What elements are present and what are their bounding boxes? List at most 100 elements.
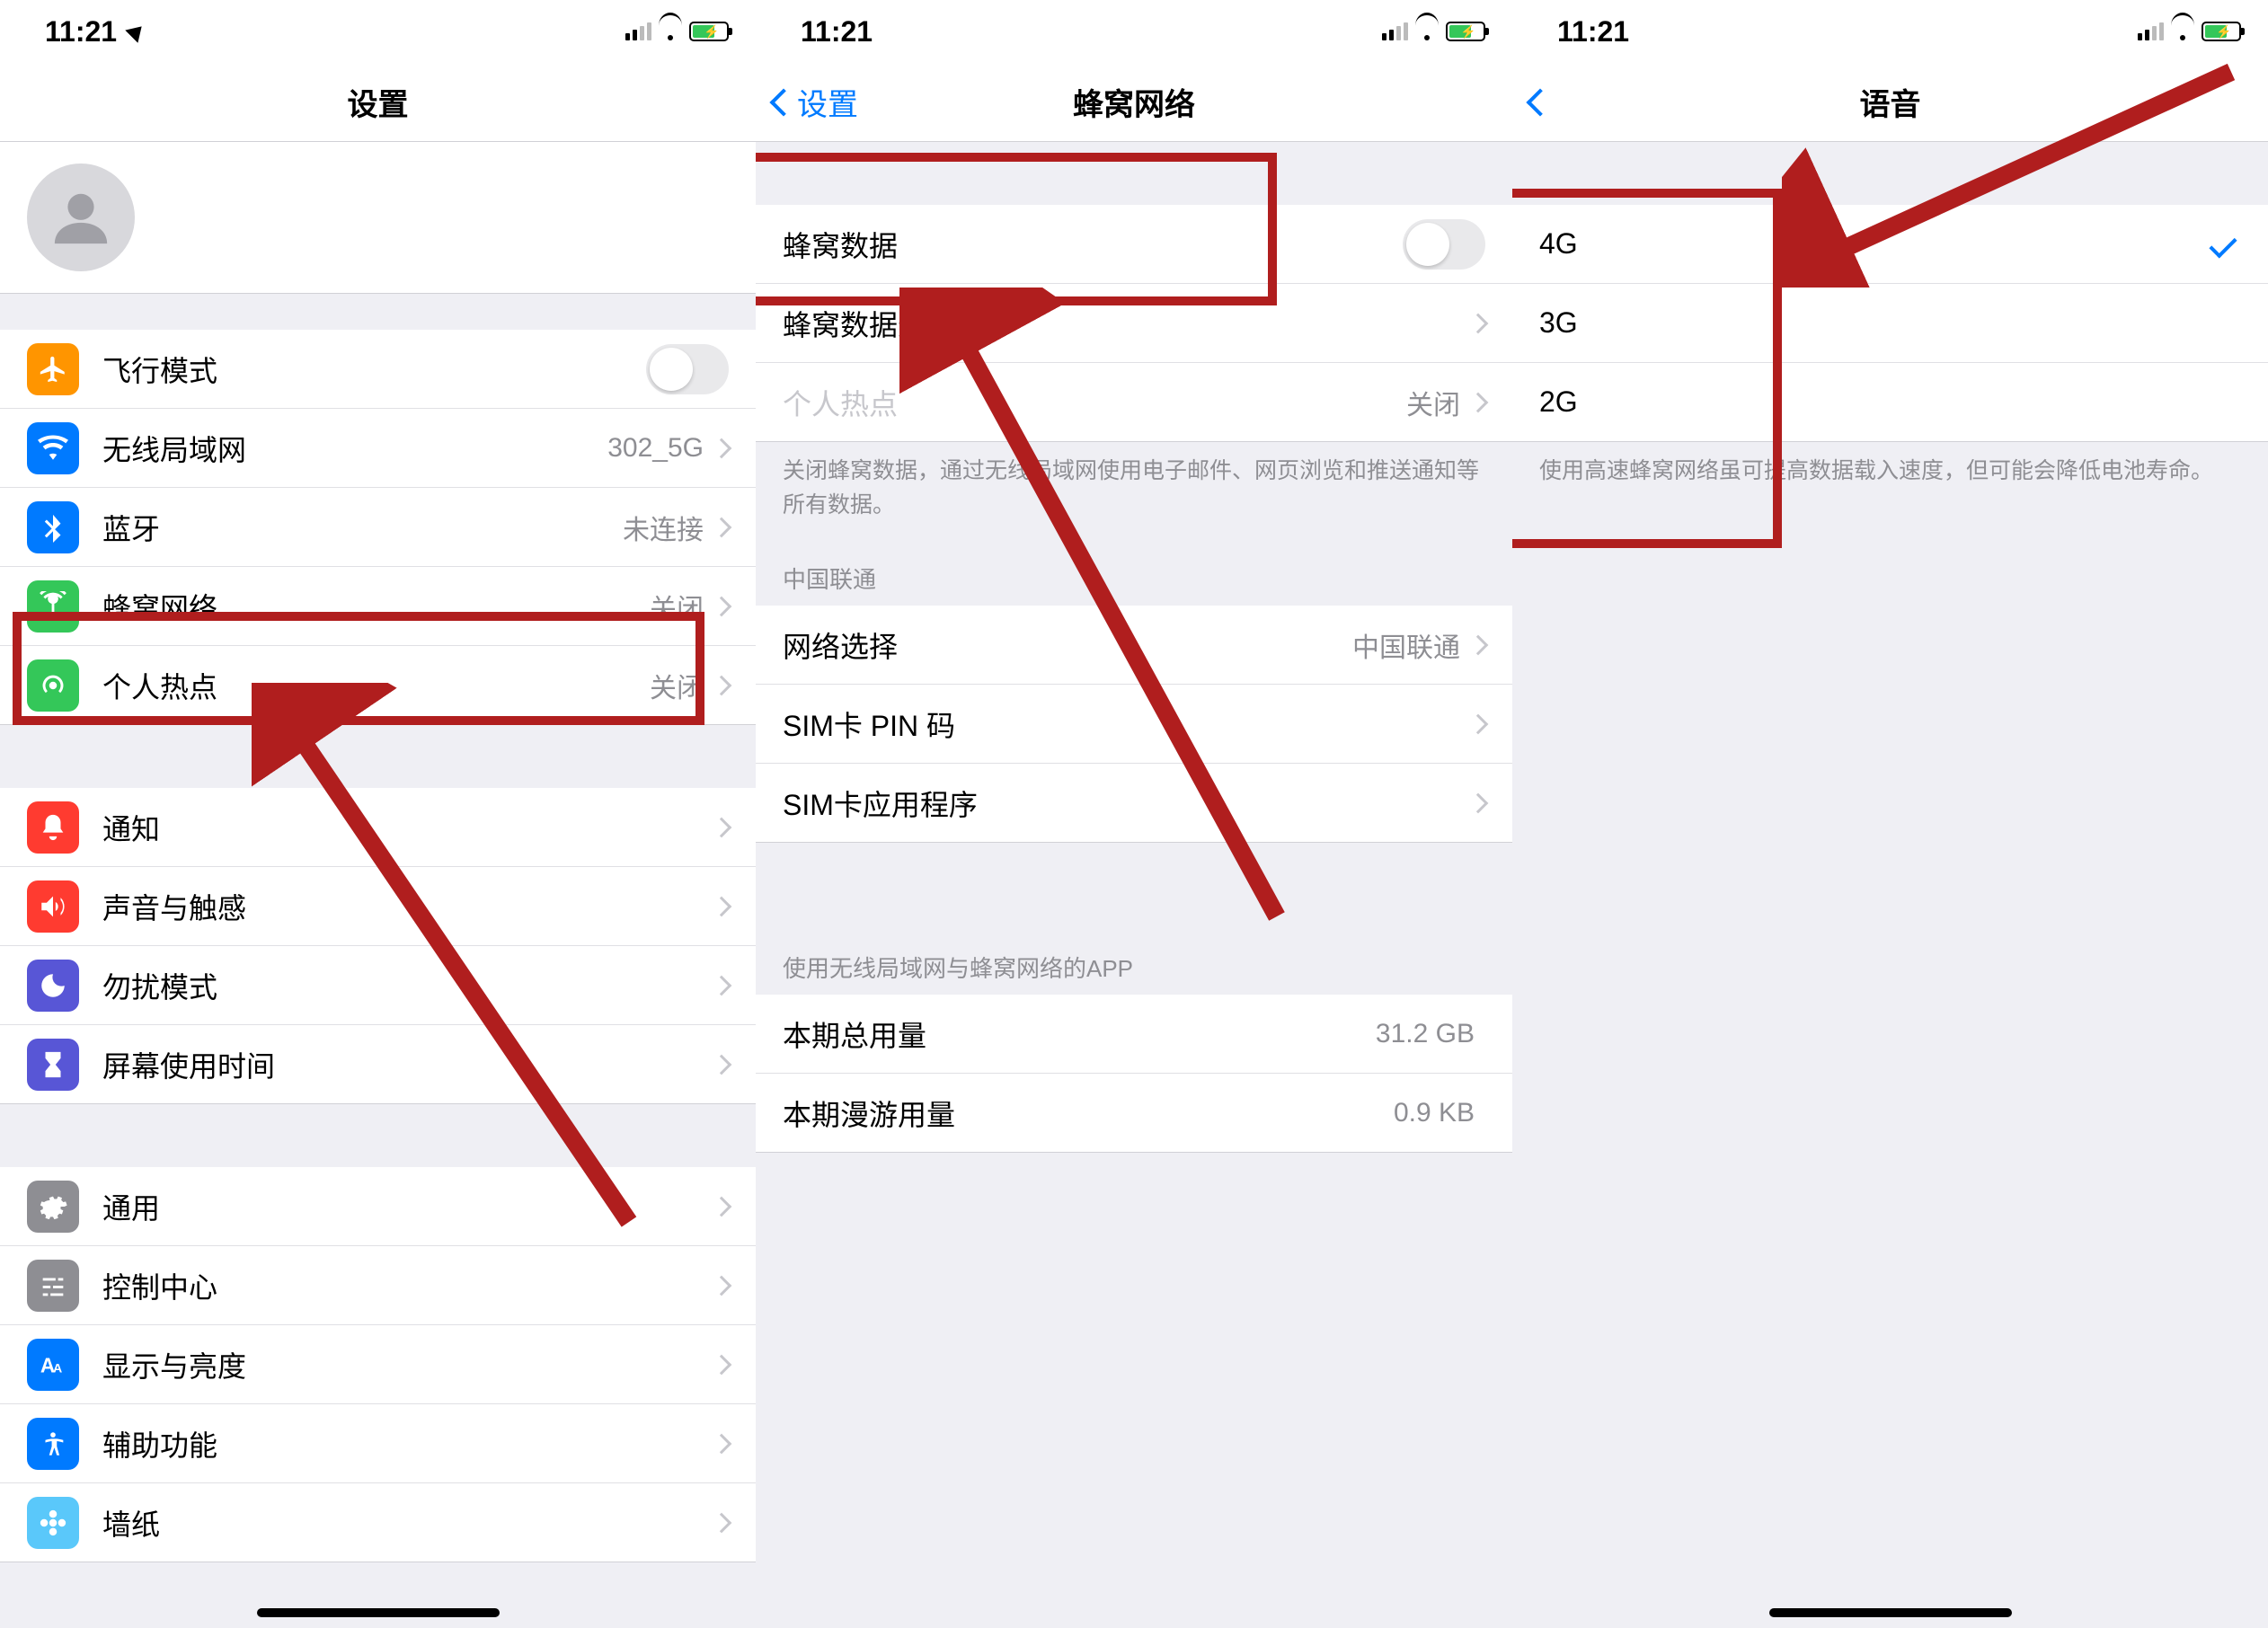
settings-row-access[interactable]: 辅助功能 bbox=[0, 1404, 756, 1483]
settings-row-flower[interactable]: 墙纸 bbox=[0, 1483, 756, 1562]
nav-bar: 设置 蜂窝网络 bbox=[756, 63, 1512, 142]
toggle[interactable] bbox=[1403, 219, 1485, 270]
chevron-right-icon bbox=[1468, 634, 1489, 655]
row-label: 蜂窝数据 bbox=[783, 224, 1403, 265]
apps-header: 使用无线局域网与蜂窝网络的APP bbox=[756, 843, 1512, 995]
settings-row-aa[interactable]: AA显示与亮度 bbox=[0, 1325, 756, 1404]
row-label: 蜂窝数据选项 bbox=[783, 303, 1471, 344]
row-label: 2G bbox=[1539, 385, 2241, 419]
settings-row-gear[interactable]: 通用 bbox=[0, 1167, 756, 1246]
antenna-icon bbox=[27, 580, 79, 633]
row-label: 墙纸 bbox=[102, 1502, 714, 1544]
chevron-right-icon bbox=[712, 1275, 732, 1296]
settings-row-antenna[interactable]: 蜂窝网络关闭 bbox=[0, 567, 756, 646]
profile-row[interactable] bbox=[0, 142, 756, 294]
row-label: 蜂窝网络 bbox=[102, 586, 650, 627]
chevron-left-icon bbox=[1526, 88, 1554, 116]
settings-row-wifi[interactable]: 无线局域网302_5G bbox=[0, 409, 756, 488]
row-label: SIM卡 PIN 码 bbox=[783, 703, 1471, 745]
hotspot-icon bbox=[27, 659, 79, 712]
chevron-right-icon bbox=[1468, 313, 1489, 333]
row-label: 通用 bbox=[102, 1186, 714, 1227]
row-label: 屏幕使用时间 bbox=[102, 1044, 714, 1085]
wifi-icon bbox=[2171, 22, 2194, 40]
row-detail: 中国联通 bbox=[1352, 625, 1460, 665]
row[interactable]: 蜂窝数据选项 bbox=[756, 284, 1512, 363]
settings-row-hotspot[interactable]: 个人热点关闭 bbox=[0, 646, 756, 725]
chevron-right-icon bbox=[1468, 713, 1489, 734]
nav-bar: 设置 bbox=[0, 63, 756, 142]
battery-icon: ⚡ bbox=[2202, 22, 2241, 41]
avatar-icon bbox=[27, 164, 135, 271]
chevron-right-icon bbox=[712, 1054, 732, 1075]
voice-option[interactable]: 3G bbox=[1512, 284, 2268, 363]
flower-icon bbox=[27, 1497, 79, 1549]
cellular-off-note: 关闭蜂窝数据，通过无线局域网使用电子邮件、网页浏览和推送通知等所有数据。 bbox=[756, 442, 1512, 535]
signal-icon bbox=[625, 22, 651, 40]
bell-icon bbox=[27, 801, 79, 854]
row-detail: 未连接 bbox=[623, 508, 704, 547]
row-label: 勿扰模式 bbox=[102, 965, 714, 1006]
status-bar: 11:21 ⚡ bbox=[0, 0, 756, 63]
settings-row-bluetooth[interactable]: 蓝牙未连接 bbox=[0, 488, 756, 567]
hourglass-icon bbox=[27, 1039, 79, 1091]
back-button[interactable] bbox=[1530, 63, 1550, 141]
row-label: 无线局域网 bbox=[102, 428, 607, 469]
nav-title: 蜂窝网络 bbox=[1073, 80, 1195, 124]
voice-option[interactable]: 4G bbox=[1512, 205, 2268, 284]
speaker-icon bbox=[27, 880, 79, 933]
settings-row-airplane[interactable]: 飞行模式 bbox=[0, 330, 756, 409]
row-label: SIM卡应用程序 bbox=[783, 783, 1471, 824]
chevron-right-icon bbox=[1468, 392, 1489, 412]
signal-icon bbox=[1382, 22, 1408, 40]
nav-bar: 语音 bbox=[1512, 63, 2268, 142]
row-label: 个人热点 bbox=[102, 665, 650, 706]
chevron-left-icon bbox=[769, 88, 797, 116]
svg-text:A: A bbox=[53, 1361, 62, 1376]
settings-root-pane: 11:21 ⚡ 设置 飞行模式无线局域网302_5G蓝牙未连接蜂窝网络关闭个人热… bbox=[0, 0, 756, 1628]
row[interactable]: 网络选择中国联通 bbox=[756, 606, 1512, 685]
row-label: 飞行模式 bbox=[102, 349, 646, 390]
chevron-right-icon bbox=[712, 1512, 732, 1533]
battery-icon: ⚡ bbox=[1446, 22, 1485, 41]
row-label: 显示与亮度 bbox=[102, 1344, 714, 1385]
settings-row-speaker[interactable]: 声音与触感 bbox=[0, 867, 756, 946]
nav-title: 语音 bbox=[1860, 80, 1921, 124]
wifi-icon bbox=[659, 22, 682, 40]
chevron-right-icon bbox=[712, 975, 732, 995]
voice-option[interactable]: 2G bbox=[1512, 363, 2268, 442]
voice-note: 使用高速蜂窝网络虽可提高数据载入速度，但可能会降低电池寿命。 bbox=[1512, 442, 2268, 501]
carrier-header: 中国联通 bbox=[756, 535, 1512, 606]
status-time: 11:21 bbox=[1557, 15, 1629, 49]
back-button[interactable]: 设置 bbox=[774, 63, 858, 141]
row: 本期漫游用量0.9 KB bbox=[756, 1074, 1512, 1153]
row-detail: 关闭 bbox=[650, 587, 704, 626]
settings-row-moon[interactable]: 勿扰模式 bbox=[0, 946, 756, 1025]
chevron-right-icon bbox=[1468, 792, 1489, 813]
voice-settings-pane: 11:21 ⚡ 语音 4G 3G 2G 使用高速蜂窝网络虽可提高数据载入速度，但可能… bbox=[1512, 0, 2268, 1628]
chevron-right-icon bbox=[712, 1354, 732, 1375]
signal-icon bbox=[2138, 22, 2164, 40]
settings-row-sliders[interactable]: 控制中心 bbox=[0, 1246, 756, 1325]
checkmark-icon bbox=[2209, 230, 2237, 258]
row[interactable]: SIM卡 PIN 码 bbox=[756, 685, 1512, 764]
settings-row-bell[interactable]: 通知 bbox=[0, 788, 756, 867]
sliders-icon bbox=[27, 1260, 79, 1312]
row-label: 3G bbox=[1539, 306, 2241, 340]
row: 本期总用量31.2 GB bbox=[756, 995, 1512, 1074]
row[interactable]: 蜂窝数据 bbox=[756, 205, 1512, 284]
settings-row-hourglass[interactable]: 屏幕使用时间 bbox=[0, 1025, 756, 1104]
row[interactable]: 个人热点关闭 bbox=[756, 363, 1512, 442]
airplane-icon bbox=[27, 343, 79, 395]
status-time: 11:21 bbox=[45, 15, 117, 49]
status-time: 11:21 bbox=[801, 15, 873, 49]
row-detail: 0.9 KB bbox=[1394, 1098, 1475, 1128]
home-indicator bbox=[257, 1608, 500, 1617]
wifi-icon bbox=[1415, 22, 1439, 40]
chevron-right-icon bbox=[712, 896, 732, 916]
moon-icon bbox=[27, 960, 79, 1012]
toggle[interactable] bbox=[646, 344, 729, 394]
row[interactable]: SIM卡应用程序 bbox=[756, 764, 1512, 843]
access-icon bbox=[27, 1418, 79, 1470]
row-label: 网络选择 bbox=[783, 624, 1352, 666]
